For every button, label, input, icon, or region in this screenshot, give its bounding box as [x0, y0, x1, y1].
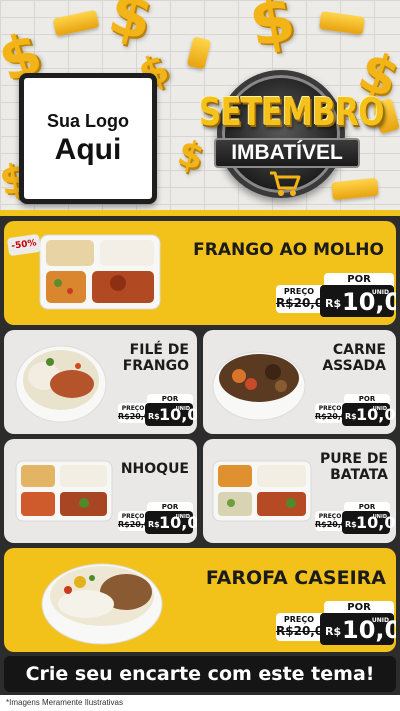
product-name-line2: ASSADA — [322, 358, 386, 375]
price-label: PREÇO — [121, 405, 145, 412]
product-card-pure-de-batata[interactable]: PURE DE BATATA POR PREÇO R$20,00 R$ 10,0… — [203, 439, 396, 543]
old-price-box: PREÇO R$20,00 — [315, 403, 352, 423]
badge-subtitle: IMBATÍVEL — [214, 138, 360, 168]
food-bowl-image — [15, 345, 107, 423]
header-banner: $ $ $ $ $ $ $ Sua Logo Aqui SETEMBRO IMB… — [0, 0, 400, 216]
price-label: PREÇO — [318, 513, 342, 520]
product-name-line1: PURE DE — [319, 451, 388, 467]
new-price-box: R$ 10,00 UNID — [342, 511, 396, 534]
disclaimer-text: *Imagens Meramente Ilustrativas — [0, 695, 400, 711]
gold-bar-icon — [318, 11, 366, 35]
product-card-farofa-caseira[interactable]: FAROFA CASEIRA POR PREÇO R$20,00 R$ 10,0… — [4, 548, 396, 652]
currency-symbol: R$ — [345, 412, 357, 421]
unit-label: UNID — [371, 617, 389, 624]
price-label: PREÇO — [121, 513, 145, 520]
food-tray-image — [15, 460, 113, 522]
new-price-box: R$ 10,00 UNID — [320, 613, 396, 645]
gold-bar-icon — [52, 9, 100, 37]
logo-text-line2: Aqui — [54, 132, 122, 166]
price-label: PREÇO — [318, 405, 342, 412]
price-tag: POR PREÇO R$20,00 R$ 10,00 UNID — [276, 601, 396, 645]
food-bowl-image — [41, 563, 163, 645]
unit-label: UNID — [372, 406, 387, 412]
food-tray-image — [212, 460, 312, 522]
old-price-box: PREÇO R$20,00 — [315, 511, 352, 531]
product-card-file-de-frango[interactable]: FILÉ DE FRANGO POR PREÇO R$20,00 R$ 10,0… — [4, 330, 197, 434]
currency-symbol: R$ — [325, 625, 342, 638]
product-name-line2: FRANGO — [122, 358, 189, 375]
old-price-box: PREÇO R$20,00 — [118, 403, 155, 423]
old-price-box: PREÇO R$20,00 — [118, 511, 155, 531]
product-name: NHOQUE — [120, 461, 189, 477]
currency-symbol: R$ — [148, 520, 160, 529]
product-name: PURE DE BATATA — [320, 451, 388, 483]
new-price-box: R$ 10,00 UNID — [342, 403, 396, 426]
price-tag: POR PREÇO R$20,00 R$ 10,00 UNID — [118, 394, 197, 426]
price-label: PREÇO — [283, 615, 315, 624]
old-price-box: PREÇO R$20,00 — [276, 285, 332, 313]
dollar-sign-icon: $ — [102, 0, 160, 56]
new-price-box: R$ 10,00 UNID — [145, 403, 197, 426]
price-tag: POR PREÇO R$20,00 R$ 10,00 UNID — [315, 394, 396, 426]
food-tray-image — [39, 234, 161, 310]
unit-label: UNID — [371, 289, 389, 296]
unit-label: UNID — [175, 514, 190, 520]
product-card-nhoque[interactable]: NHOQUE POR PREÇO R$20,00 R$ 10,00 UNID — [4, 439, 197, 543]
food-bowl-image — [212, 351, 306, 421]
shopping-cart-icon — [270, 171, 301, 196]
product-name-line1: CARNE — [332, 342, 386, 358]
product-card-carne-assada[interactable]: CARNE ASSADA POR PREÇO R$20,00 R$ 10,00 … — [203, 330, 396, 434]
campaign-badge: SETEMBRO IMBATÍVEL — [180, 62, 390, 212]
old-price-box: PREÇO R$20,00 — [276, 613, 332, 641]
dollar-sign-icon: $ — [243, 0, 301, 63]
logo-text-line1: Sua Logo — [47, 111, 129, 132]
badge-title: SETEMBRO — [198, 90, 385, 134]
cta-banner[interactable]: Crie seu encarte com este tema! — [4, 656, 396, 692]
currency-symbol: R$ — [148, 412, 160, 421]
price-tag: POR PREÇO R$20,00 R$ 10,00 UNID — [276, 273, 396, 317]
product-name: CARNE ASSADA — [322, 342, 386, 374]
price-tag: POR PREÇO R$20,00 R$ 10,00 UNID — [315, 502, 396, 534]
price-label: PREÇO — [283, 287, 315, 296]
unit-label: UNID — [175, 406, 190, 412]
product-name: FRANGO AO MOLHO — [193, 240, 384, 260]
product-name-line1: FILÉ DE — [129, 342, 189, 358]
product-name-line2: BATATA — [330, 467, 388, 484]
new-price-box: R$ 10,00 UNID — [320, 285, 396, 317]
product-name: FAROFA CASEIRA — [205, 567, 386, 589]
currency-symbol: R$ — [345, 520, 357, 529]
new-price-box: R$ 10,00 UNID — [145, 511, 197, 534]
logo-placeholder: Sua Logo Aqui — [19, 73, 157, 204]
price-tag: POR PREÇO R$20,00 R$ 10,00 UNID — [118, 502, 197, 534]
product-name: FILÉ DE FRANGO — [123, 342, 189, 374]
unit-label: UNID — [372, 514, 387, 520]
currency-symbol: R$ — [325, 297, 342, 310]
product-card-frango-ao-molho[interactable]: FRANGO AO MOLHO POR PREÇO R$20,00 R$ 10,… — [4, 221, 396, 325]
